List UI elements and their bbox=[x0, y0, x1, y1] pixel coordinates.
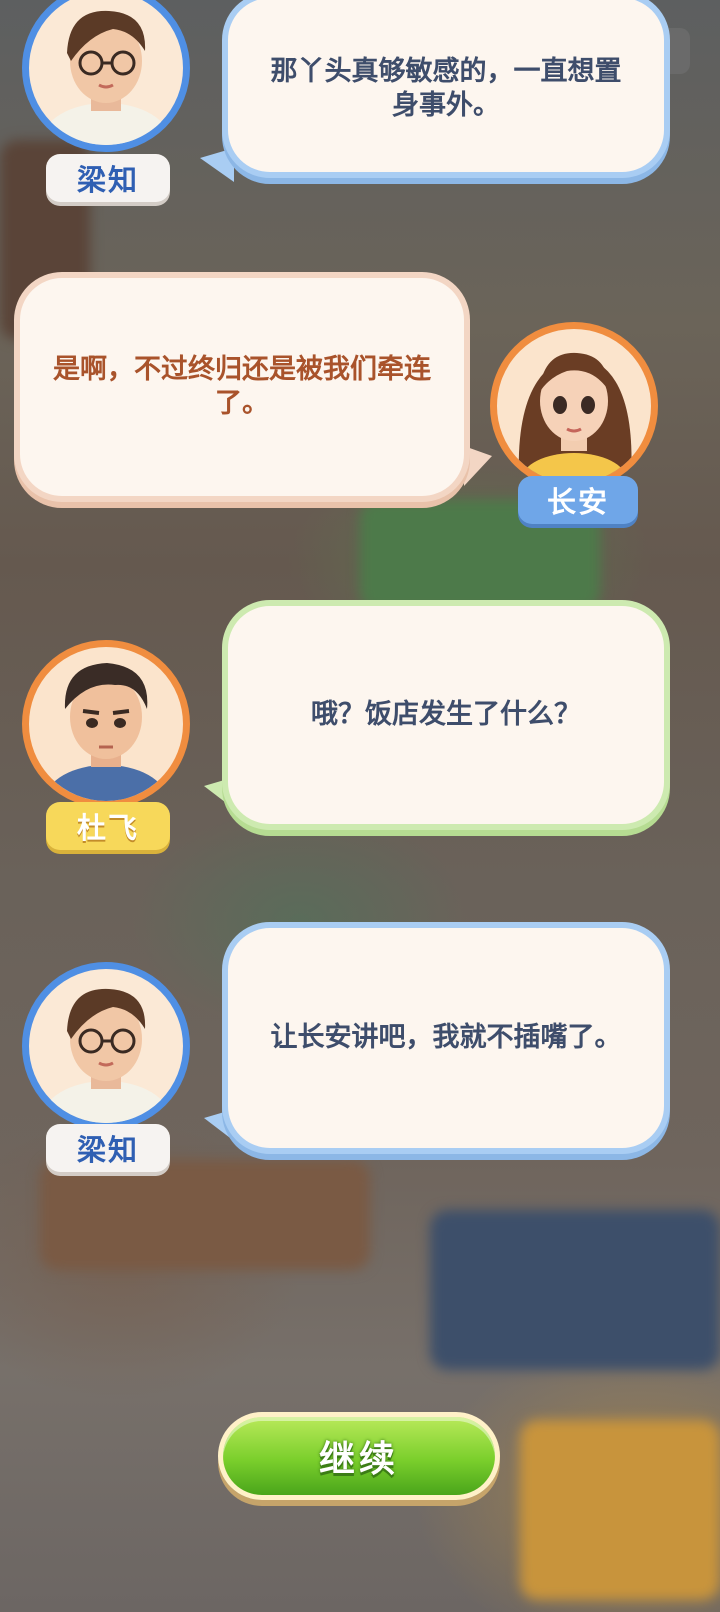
short-haired-man-portrait-icon bbox=[46, 663, 166, 801]
speaker-avatar bbox=[22, 0, 190, 152]
man-with-glasses-portrait-icon bbox=[42, 988, 170, 1123]
speaker-avatar bbox=[22, 640, 190, 808]
dialogue-text: 那丫头真够敏感的，一直想置身事外。 bbox=[270, 56, 622, 121]
speaker-name: 杜飞 bbox=[76, 811, 139, 845]
background-table bbox=[40, 1160, 370, 1270]
background-roof bbox=[430, 1210, 720, 1370]
speaker-name: 梁知 bbox=[76, 1133, 139, 1167]
speaker-name: 长安 bbox=[546, 485, 609, 519]
speaker-name: 梁知 bbox=[76, 163, 139, 197]
speaker-nameplate: 梁知 bbox=[46, 1124, 170, 1172]
speaker-nameplate: 长安 bbox=[518, 476, 638, 524]
dialogue-bubble: 哦？饭店发生了什么？ bbox=[222, 600, 670, 830]
dialogue-bubble: 是啊，不过终归还是被我们牵连了。 bbox=[14, 272, 470, 502]
speaker-avatar bbox=[490, 322, 658, 490]
continue-button-label: 继续 bbox=[318, 1439, 399, 1480]
dialogue-bubble: 让长安讲吧，我就不插嘴了。 bbox=[222, 922, 670, 1154]
man-with-glasses-portrait-icon bbox=[42, 10, 170, 145]
dialogue-bubble: 那丫头真够敏感的，一直想置身事外。 bbox=[222, 0, 670, 178]
speaker-avatar bbox=[22, 962, 190, 1130]
dialogue-text: 哦？饭店发生了什么？ bbox=[311, 699, 581, 730]
dialogue-text: 让长安讲吧，我就不插嘴了。 bbox=[270, 1022, 622, 1053]
speaker-nameplate: 梁知 bbox=[46, 154, 170, 202]
dialogue-scene[interactable]: 那丫头真够敏感的，一直想置身事外。 梁知 是啊，不过终归还是被我们牵连了。 长安… bbox=[0, 0, 720, 1612]
dialogue-text: 是啊，不过终归还是被我们牵连了。 bbox=[53, 354, 431, 419]
speaker-nameplate: 杜飞 bbox=[46, 802, 170, 850]
continue-button[interactable]: 继续 bbox=[218, 1412, 500, 1500]
background-flowers bbox=[520, 1420, 720, 1600]
long-haired-woman-portrait-icon bbox=[518, 352, 632, 483]
